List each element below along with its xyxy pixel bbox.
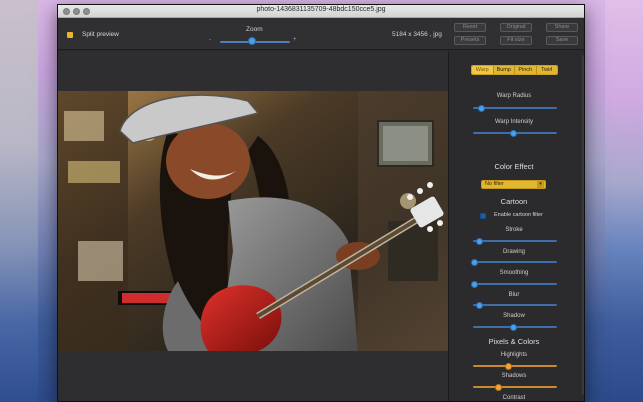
share-button[interactable]: Share (546, 23, 578, 32)
contrast-label: Contrast (502, 395, 526, 401)
chevron-down-icon: ▾ (537, 181, 544, 188)
shadows-knob[interactable] (494, 383, 502, 391)
filter-select-value: No filter (485, 181, 504, 187)
drawing-slider[interactable] (473, 261, 557, 263)
color-effect-heading: Color Effect (494, 162, 534, 171)
wallpaper-right-strip (605, 0, 643, 402)
smoothing-slider[interactable] (473, 283, 557, 285)
zoom-label: Zoom (246, 26, 263, 33)
photo-illustration (58, 91, 448, 351)
preview-canvas[interactable] (58, 51, 448, 401)
tab-warp[interactable]: Warp (472, 66, 494, 74)
pixels-colors-heading: Pixels & Colors (488, 337, 540, 346)
reset-button[interactable]: Reset (454, 23, 486, 32)
warp-radius-knob[interactable] (477, 104, 485, 112)
split-preview-checkbox[interactable] (67, 32, 73, 38)
original-button[interactable]: Original (500, 23, 532, 32)
warp-mode-segmented-control: Warp Bump Pinch Twirl (471, 65, 558, 75)
save-button[interactable]: Save (546, 36, 578, 45)
zoom-minus-icon: - (209, 37, 211, 43)
blur-slider[interactable] (473, 304, 557, 306)
enable-cartoon-label: Enable cartoon filter (494, 212, 543, 218)
smoothing-label: Smoothing (499, 270, 529, 276)
tab-twirl[interactable]: Twirl (536, 66, 557, 74)
blur-knob[interactable] (476, 301, 484, 309)
warp-intensity-knob[interactable] (509, 129, 517, 137)
title-bar: photo-1436831135709-48bdc150cce5.jpg (58, 5, 584, 18)
blur-label: Blur (508, 292, 520, 298)
shadow-knob[interactable] (509, 323, 517, 331)
warp-intensity-label: Warp Intensity (494, 119, 534, 125)
split-preview-label: Split preview (82, 31, 119, 38)
image-dimensions: 5184 x 3456 , jpg (392, 31, 442, 38)
shadows-slider[interactable] (473, 386, 557, 388)
app-window: photo-1436831135709-48bdc150cce5.jpg Spl… (57, 4, 585, 402)
cartoon-heading: Cartoon (500, 197, 528, 206)
warp-radius-label: Warp Radius (496, 93, 532, 99)
shadows-label: Shadows (501, 373, 527, 379)
drawing-label: Drawing (502, 249, 525, 255)
stroke-slider[interactable] (473, 240, 557, 242)
adjustments-sidebar: Warp Bump Pinch Twirl Warp Radius Warp I… (449, 51, 584, 401)
sidebar-scrollbar[interactable] (582, 55, 584, 395)
zoom-slider-knob[interactable] (247, 37, 256, 45)
highlights-label: Highlights (500, 352, 528, 358)
tab-bump[interactable]: Bump (493, 66, 515, 74)
toolbar: Split preview Zoom - + 5184 x 3456 , jpg… (58, 18, 584, 50)
stroke-label: Stroke (505, 227, 523, 233)
shadow-label: Shadow (503, 313, 525, 319)
zoom-plus-icon: + (293, 37, 297, 43)
highlights-slider[interactable] (473, 365, 557, 367)
smoothing-knob[interactable] (471, 280, 479, 288)
photo-preview[interactable] (58, 91, 448, 351)
warp-radius-slider[interactable] (473, 107, 557, 109)
tab-pinch[interactable]: Pinch (515, 66, 537, 74)
window-title: photo-1436831135709-48bdc150cce5.jpg (256, 6, 386, 13)
presets-button[interactable]: Presets (454, 36, 486, 45)
highlights-knob[interactable] (504, 362, 512, 370)
fit-size-button[interactable]: Fit size (500, 36, 532, 45)
wallpaper-left-strip (0, 0, 38, 402)
drawing-knob[interactable] (471, 258, 479, 266)
stroke-knob[interactable] (476, 237, 484, 245)
filter-select[interactable]: No filter ▾ (481, 180, 546, 189)
enable-cartoon-checkbox[interactable] (480, 213, 486, 219)
